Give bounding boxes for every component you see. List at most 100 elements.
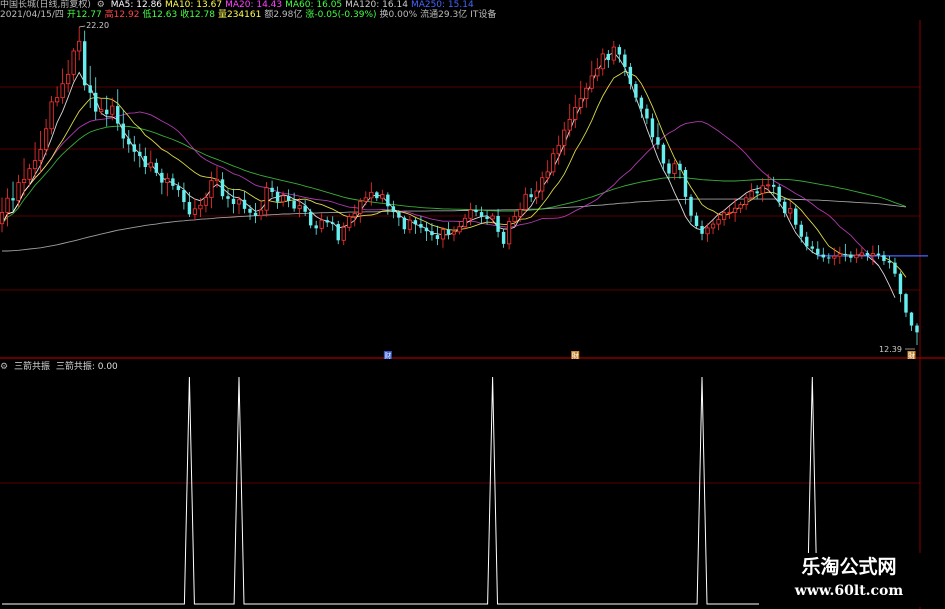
candle-body: [909, 312, 914, 326]
candle-body: [490, 215, 495, 220]
candle-body: [534, 190, 539, 198]
candle: [11, 181, 15, 211]
candle: [760, 178, 765, 202]
candle-body: [468, 209, 473, 219]
candle-body: [55, 97, 60, 103]
candle: [639, 95, 644, 119]
candle: [799, 220, 803, 243]
candle: [656, 123, 660, 149]
candle-body: [160, 172, 164, 183]
candle-body: [545, 171, 550, 179]
candle-body: [347, 216, 352, 228]
candle-body: [837, 253, 842, 257]
kline-chart[interactable]: 22.20 12.39 财 財 財: [0, 0, 945, 609]
candle-body: [352, 212, 357, 218]
candle-body: [171, 178, 175, 186]
candle-body: [700, 226, 704, 234]
candle: [66, 60, 71, 93]
candle: [837, 246, 842, 264]
candle-body: [336, 224, 340, 241]
candle-body: [821, 254, 826, 258]
candle-body: [716, 219, 721, 225]
event-marker[interactable]: 財: [571, 351, 580, 360]
candle-body: [88, 85, 92, 93]
candle-body: [760, 185, 765, 194]
candle-body: [264, 187, 269, 211]
candle: [849, 251, 853, 263]
candle: [121, 109, 125, 149]
candle-body: [419, 224, 423, 228]
candle-body: [182, 190, 186, 203]
candle-body: [667, 163, 671, 174]
candle: [721, 209, 727, 226]
candle: [457, 221, 462, 235]
candle-body: [319, 219, 324, 229]
candle: [380, 189, 385, 203]
candle-body: [231, 198, 236, 204]
candle: [375, 191, 379, 202]
candle: [496, 208, 500, 238]
event-marker[interactable]: 财: [383, 351, 392, 360]
candle-body: [308, 211, 313, 226]
candle: [617, 44, 622, 63]
candle: [358, 198, 363, 223]
candle: [160, 168, 164, 195]
candle-body: [832, 255, 837, 259]
candle-body: [479, 212, 484, 217]
candle: [16, 174, 21, 208]
candle-body: [683, 169, 688, 197]
candle: [242, 191, 247, 214]
candle: [286, 189, 291, 208]
candle: [138, 143, 142, 168]
candle: [689, 194, 693, 223]
candle-body: [689, 196, 693, 216]
candle: [93, 77, 98, 120]
candle-body: [887, 261, 892, 263]
candle-body: [628, 66, 633, 85]
high-pointer: [79, 25, 86, 28]
candle-body: [904, 294, 908, 313]
candle: [331, 216, 335, 231]
candle: [749, 183, 754, 200]
candle: [573, 94, 578, 129]
candle-body: [82, 41, 87, 86]
candle: [82, 30, 87, 91]
candle-body: [738, 204, 743, 209]
candle: [678, 160, 682, 179]
candle-body: [424, 227, 429, 232]
candle-body: [242, 199, 247, 209]
candle: [611, 40, 616, 65]
candle: [766, 173, 771, 193]
candle-body: [474, 209, 478, 213]
candle-body: [529, 194, 533, 198]
candle: [529, 188, 533, 203]
candle: [99, 98, 104, 116]
candle: [192, 198, 198, 221]
candle: [645, 104, 649, 125]
candle-body: [705, 227, 710, 235]
candle-body: [331, 222, 335, 225]
watermark: 乐淘公式网 www.60lt.com: [759, 553, 939, 607]
candle: [143, 147, 148, 175]
candle-body: [440, 229, 446, 240]
candle: [187, 191, 192, 217]
candle: [0, 197, 5, 233]
candle-body: [865, 252, 870, 256]
candle: [650, 113, 655, 143]
candle: [827, 253, 831, 264]
candle: [512, 210, 517, 227]
candle-body: [595, 68, 600, 77]
candle-body: [369, 191, 374, 199]
event-marker[interactable]: 財: [907, 351, 916, 360]
candle: [220, 172, 225, 200]
candle-body: [38, 149, 43, 161]
candle: [683, 167, 688, 205]
candle-body: [639, 97, 644, 109]
candle-body: [11, 198, 15, 201]
candle-body: [391, 206, 396, 213]
candle-body: [496, 215, 500, 232]
candle: [854, 248, 859, 263]
high-price-label: 22.20: [86, 21, 109, 30]
candle-body: [882, 255, 886, 262]
candle-body: [358, 200, 363, 214]
